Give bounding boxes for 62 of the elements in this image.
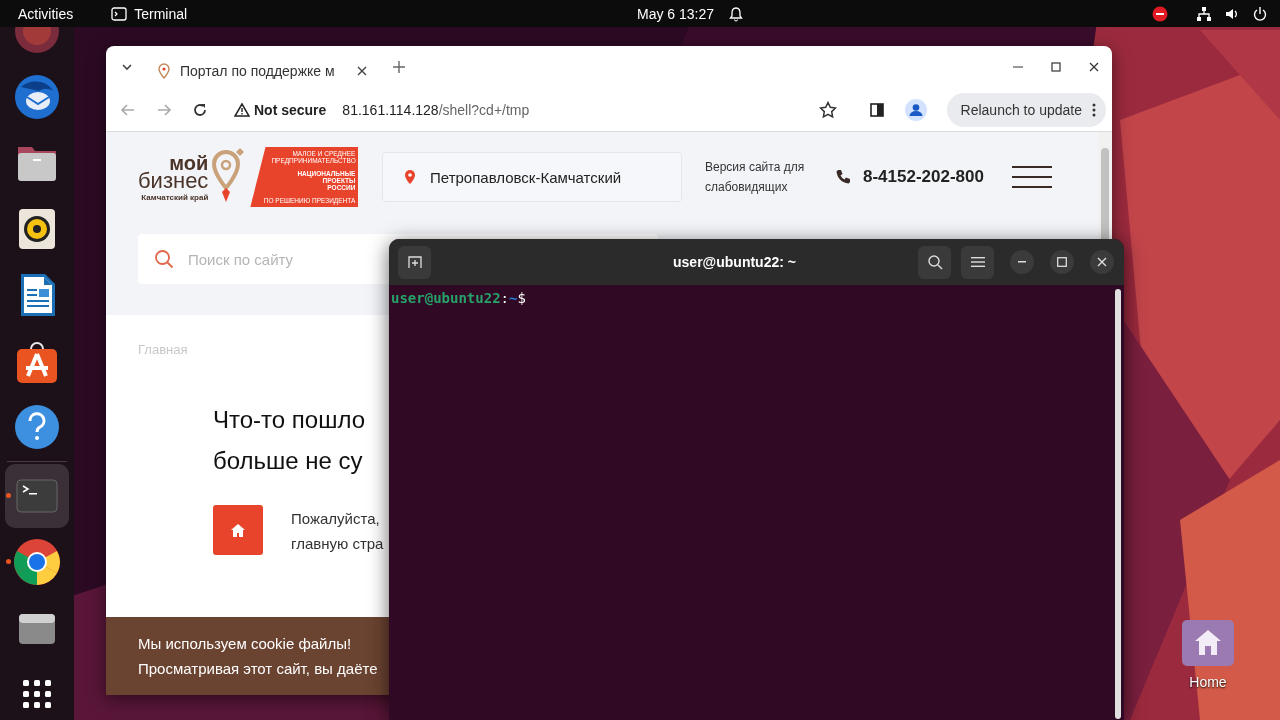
close-button[interactable]	[1090, 250, 1114, 274]
accessibility-link[interactable]: Версия сайта для слабовидящих	[705, 157, 821, 197]
profile-icon[interactable]	[904, 98, 927, 121]
error-heading: Что-то пошло	[213, 405, 366, 435]
minimize-icon	[1018, 261, 1026, 263]
activities-button[interactable]: Activities	[18, 5, 74, 22]
plus-icon[interactable]	[392, 60, 406, 74]
scroll-thumb[interactable]	[1101, 148, 1109, 239]
search-icon	[926, 254, 943, 270]
location-pin-icon	[405, 170, 415, 184]
star-icon[interactable]	[818, 100, 837, 119]
url-text[interactable]: 81.161.114.128/shell?cd+/tmp	[342, 101, 530, 118]
maximize-button[interactable]	[1050, 250, 1074, 274]
maximize-icon[interactable]	[1050, 61, 1062, 73]
tab-title: Портал по поддержке м	[180, 63, 336, 79]
scrollbar[interactable]	[1115, 289, 1121, 719]
city-selector[interactable]: Петропавловск-Камчатский	[382, 152, 682, 202]
home-icon	[231, 523, 245, 537]
phone-icon	[835, 169, 851, 185]
shell-prompt: user@ubuntu22:~$	[391, 290, 526, 306]
phone-link[interactable]: 8-4152-202-800	[835, 167, 984, 187]
menu-button[interactable]	[961, 245, 994, 279]
relaunch-button[interactable]: Relaunch to update	[946, 92, 1106, 127]
circle-logo-icon[interactable]	[13, 538, 61, 586]
close-icon[interactable]	[1088, 61, 1100, 73]
clock-button[interactable]: May 6 13:27	[637, 5, 745, 22]
bell-icon	[728, 5, 745, 22]
network-icon	[1196, 5, 1212, 22]
close-icon[interactable]	[356, 65, 368, 77]
home-folder-icon[interactable]	[1180, 618, 1236, 668]
error-heading: больше не су	[213, 446, 364, 476]
pin-favicon-icon	[158, 63, 170, 79]
do-not-disturb-icon[interactable]	[1152, 5, 1168, 22]
logo-region: Камчатский край	[141, 193, 209, 202]
close-icon	[1097, 257, 1107, 267]
kebab-menu-icon	[1092, 102, 1096, 117]
warning-icon	[234, 101, 250, 118]
window-title: user@ubuntu22: ~	[672, 254, 797, 270]
reload-icon[interactable]	[192, 101, 208, 118]
bird-mail-icon[interactable]	[13, 73, 61, 121]
search-icon	[154, 249, 174, 269]
message-text: Пожалуйста,	[291, 509, 381, 529]
menu-icon[interactable]	[1012, 165, 1052, 189]
minimize-button[interactable]	[1010, 250, 1034, 274]
cookie-text: Просматривая этот сайт, вы даёте	[138, 659, 379, 679]
power-icon	[1252, 5, 1268, 22]
side-panel-icon[interactable]	[868, 101, 885, 118]
maximize-icon	[1057, 257, 1067, 267]
menu-icon	[970, 256, 985, 268]
icon-label[interactable]: Home	[1189, 674, 1227, 690]
message-text: главную стра	[291, 534, 384, 554]
cookie-text: Мы используем cookie файлы!	[138, 634, 353, 654]
system-menu[interactable]	[1196, 5, 1268, 22]
new-tab-button[interactable]	[398, 245, 431, 279]
app-menu[interactable]: Terminal	[111, 5, 188, 22]
new-tab-icon	[406, 254, 423, 270]
home-button[interactable]	[213, 505, 263, 555]
help-icon[interactable]	[13, 403, 61, 451]
scrollbar[interactable]	[1098, 132, 1112, 239]
terminal-icon	[111, 6, 128, 21]
search-button[interactable]	[918, 245, 951, 279]
security-chip[interactable]: Not secure	[234, 101, 327, 118]
